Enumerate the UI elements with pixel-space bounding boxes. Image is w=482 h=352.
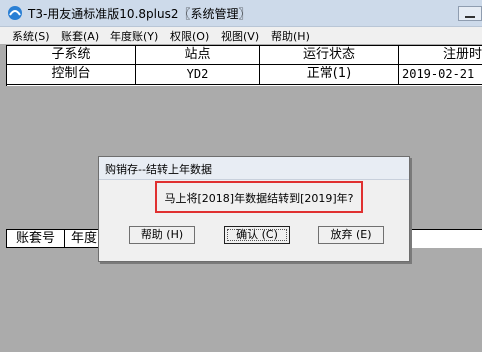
window-title: T3-用友通标准版10.8plus2〖系统管理〗 bbox=[28, 7, 251, 21]
cell-subsystem[interactable]: 控制台 bbox=[7, 65, 136, 85]
menu-permission[interactable]: 权限(O) bbox=[170, 28, 209, 44]
cell-status[interactable]: 正常(1) bbox=[260, 65, 399, 85]
message-highlight: 马上将[2018]年数据结转到[2019]年? bbox=[155, 181, 363, 213]
menu-help[interactable]: 帮助(H) bbox=[271, 28, 310, 44]
menu-system[interactable]: 系统(S) bbox=[12, 28, 50, 44]
help-button[interactable]: 帮助 (H) bbox=[129, 226, 195, 244]
cell-site[interactable]: YD2 bbox=[136, 65, 260, 85]
confirm-button[interactable]: 确认 (C) bbox=[224, 226, 290, 244]
app-window: T3-用友通标准版10.8plus2〖系统管理〗 系统(S) 账套(A) 年度账… bbox=[0, 0, 482, 352]
column-header-status[interactable]: 运行状态 bbox=[260, 46, 399, 65]
carry-forward-dialog: 购销存--结转上年数据 马上将[2018]年数据结转到[2019]年? 帮助 (… bbox=[98, 156, 410, 262]
minimize-button[interactable] bbox=[458, 6, 482, 21]
column-header-register-time[interactable]: 注册时 bbox=[399, 46, 482, 65]
column-header-subsystem[interactable]: 子系统 bbox=[7, 46, 136, 65]
cell-register-time[interactable]: 2019-02-21 bbox=[399, 65, 482, 85]
menu-bar: 系统(S) 账套(A) 年度账(Y) 权限(O) 视图(V) 帮助(H) bbox=[0, 27, 482, 44]
dialog-message: 马上将[2018]年数据结转到[2019]年? bbox=[164, 192, 354, 205]
column-header-account-no[interactable]: 账套号 bbox=[7, 230, 65, 248]
dialog-title-bar[interactable]: 购销存--结转上年数据 bbox=[99, 157, 409, 180]
abandon-button[interactable]: 放弃 (E) bbox=[318, 226, 384, 244]
menu-year-account[interactable]: 年度账(Y) bbox=[110, 28, 158, 44]
menu-account-set[interactable]: 账套(A) bbox=[61, 28, 99, 44]
menu-view[interactable]: 视图(V) bbox=[221, 28, 259, 44]
dialog-title: 购销存--结转上年数据 bbox=[105, 163, 212, 176]
title-bar: T3-用友通标准版10.8plus2〖系统管理〗 bbox=[0, 0, 482, 27]
minimize-icon bbox=[465, 16, 475, 18]
app-logo-icon bbox=[8, 6, 22, 20]
subsystem-table: 子系统 站点 运行状态 注册时 控制台 YD2 正常(1) 2019-02-21 bbox=[6, 45, 482, 86]
column-header-site[interactable]: 站点 bbox=[136, 46, 260, 65]
